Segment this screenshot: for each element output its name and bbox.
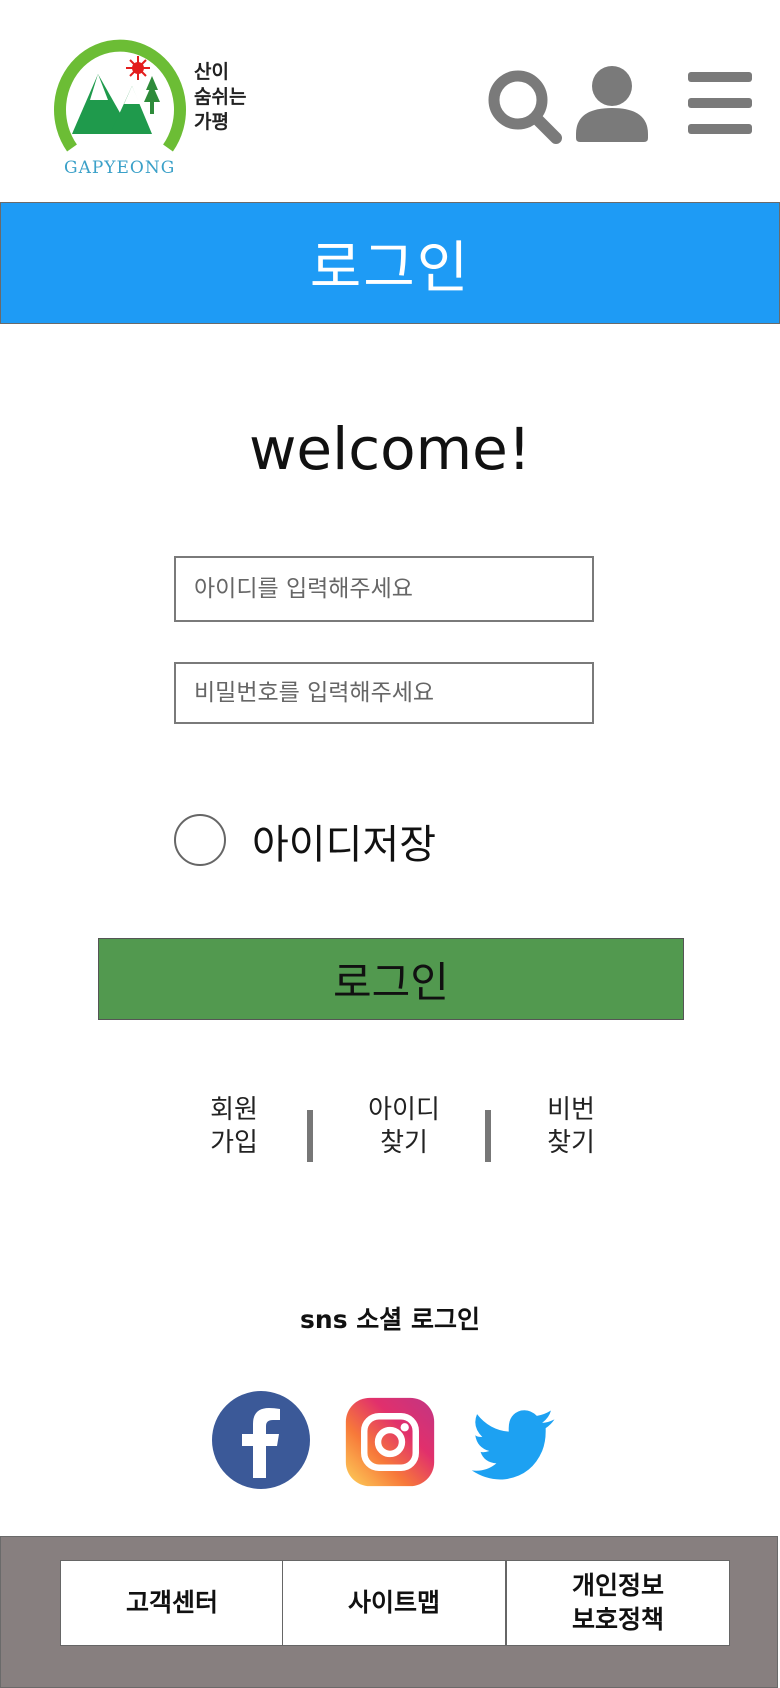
menu-button[interactable] [680,60,760,150]
link-divider [485,1110,491,1162]
login-button[interactable]: 로그인 [98,938,684,1020]
facebook-login-button[interactable] [211,1390,311,1490]
twitter-login-button[interactable] [470,1400,558,1488]
menu-icon [688,72,752,134]
password-input[interactable] [174,662,594,724]
page-title-banner: 로그인 [0,202,780,324]
user-button[interactable] [572,60,652,150]
sns-login-title: sns 소셜 로그인 [300,1305,480,1334]
customer-center-button[interactable]: 고객센터 [60,1560,284,1646]
remember-id-label[interactable]: 아이디저장 [252,812,436,870]
id-input[interactable] [174,556,594,622]
welcome-heading: welcome! [248,415,532,483]
sitemap-button[interactable]: 사이트맵 [282,1560,506,1646]
twitter-icon [471,1410,555,1480]
logo-wordmark: GAPYEONG [64,158,176,178]
instagram-login-button[interactable] [344,1396,436,1488]
find-id-link[interactable]: 아이디 찾기 [344,1094,464,1160]
privacy-policy-button[interactable]: 개인정보 보호정책 [506,1560,730,1646]
site-logo[interactable]: 산이 숨쉬는 가평 GAPYEONG [50,30,260,180]
signup-link[interactable]: 회원 가입 [174,1094,294,1160]
search-button[interactable] [484,60,564,150]
search-icon [488,70,562,144]
remember-id-radio[interactable] [174,814,226,866]
link-divider [307,1110,313,1162]
logo-caption: 산이 숨쉬는 가평 [194,61,247,133]
find-password-link[interactable]: 비번 찾기 [511,1094,631,1160]
instagram-icon [345,1397,435,1487]
facebook-icon [212,1391,310,1489]
page-title: 로그인 [309,235,471,301]
user-icon [576,66,648,142]
